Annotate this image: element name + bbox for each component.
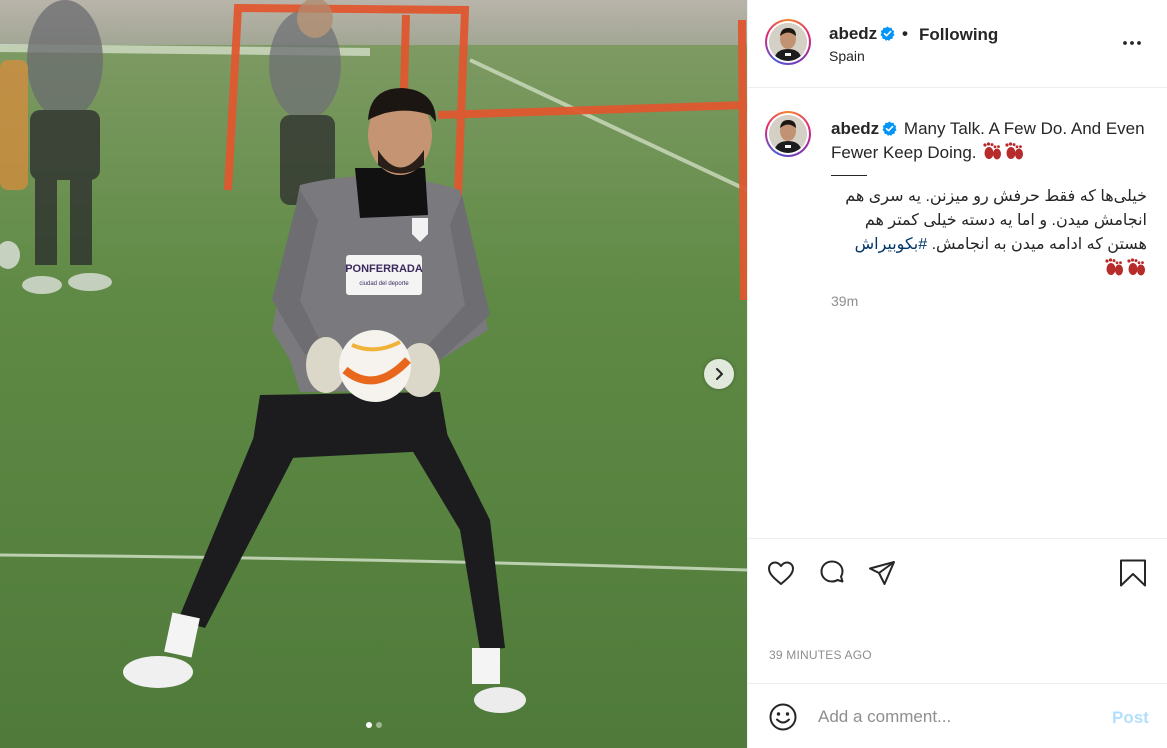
post-header: abedz • Following Spain	[748, 0, 1167, 88]
comment-icon[interactable]	[817, 558, 847, 588]
bookmark-icon[interactable]	[1118, 558, 1148, 588]
instagram-post-modal: PONFERRADA ciudad del deporte abedz • Fo…	[0, 0, 1167, 748]
post-comment-button[interactable]: Post	[1112, 708, 1149, 728]
carousel-dot-active	[365, 722, 372, 728]
post-side-panel: abedz • Following Spain abedz Many Talk.…	[747, 0, 1167, 748]
sponsor-text: PONFERRADA	[345, 263, 423, 275]
post-caption: abedz Many Talk. A Few Do. And Even Fewe…	[748, 89, 1167, 537]
caption-timestamp[interactable]: 39m	[831, 293, 858, 309]
chevron-right-icon	[716, 368, 723, 380]
footprints-emoji	[983, 142, 1024, 160]
avatar-image	[769, 115, 807, 153]
avatar[interactable]	[765, 19, 811, 65]
carousel-next-button[interactable]	[704, 359, 734, 389]
carousel-dot	[375, 722, 382, 728]
comment-input[interactable]	[818, 704, 1098, 730]
posted-timestamp[interactable]: 39 MINUTES AGO	[769, 648, 872, 662]
caption-text: abedz Many Talk. A Few Do. And Even Fewe…	[831, 117, 1149, 165]
heart-icon[interactable]	[766, 558, 796, 588]
caption-persian: خیلی‌ها که فقط حرفش رو میزنن. یه سری هم …	[831, 185, 1147, 282]
more-horizontal-icon[interactable]	[1120, 31, 1144, 55]
verified-badge-icon	[880, 26, 895, 41]
caption-username-link[interactable]: abedz	[831, 119, 879, 138]
caption-divider	[831, 175, 867, 176]
caption-avatar[interactable]	[765, 111, 811, 157]
following-button[interactable]: Following	[919, 25, 998, 45]
verified-badge-icon	[882, 121, 897, 136]
carousel-indicator	[0, 722, 747, 728]
username-link[interactable]: abedz	[829, 24, 877, 44]
avatar-image	[769, 23, 807, 61]
action-bar	[748, 538, 1167, 608]
location-link[interactable]: Spain	[829, 48, 865, 64]
paper-plane-icon[interactable]	[867, 558, 897, 588]
comment-bar: Post	[748, 683, 1167, 748]
smiley-icon[interactable]	[768, 702, 798, 732]
post-media: PONFERRADA ciudad del deporte	[0, 0, 747, 748]
post-photo: PONFERRADA ciudad del deporte	[0, 0, 747, 748]
separator-dot: •	[902, 24, 908, 43]
hashtag-link[interactable]: #بکوبیراش	[855, 236, 928, 253]
footprints-emoji	[1105, 258, 1145, 276]
sponsor-subtext: ciudad del deporte	[359, 281, 409, 287]
